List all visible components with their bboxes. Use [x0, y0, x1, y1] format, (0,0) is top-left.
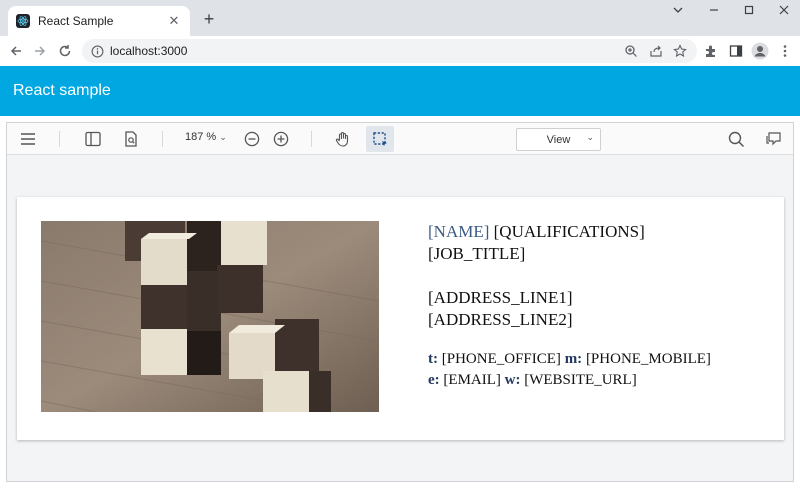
contact-line: e: [EMAIL] w: [WEBSITE_URL]: [428, 370, 711, 391]
chevron-down-icon[interactable]: [663, 2, 693, 22]
menu-icon[interactable]: [776, 42, 794, 60]
info-icon[interactable]: [91, 45, 104, 58]
name-line: [NAME] [QUALIFICATIONS]: [428, 221, 711, 243]
email-field: [EMAIL]: [443, 372, 501, 388]
app-title: React sample: [13, 82, 111, 99]
maximize-button[interactable]: [734, 2, 764, 22]
phone-office-label: t:: [428, 351, 438, 367]
toolbar-divider: [311, 131, 312, 147]
share-icon[interactable]: [647, 42, 665, 60]
viewer-toolbar: 187 % ⌄ View ⌄: [7, 123, 793, 155]
job-title-field: [JOB_TITLE]: [428, 244, 526, 263]
website-label: w:: [504, 372, 521, 388]
thumbnails-icon[interactable]: [84, 130, 102, 148]
browser-toolbar: localhost:3000: [0, 36, 800, 66]
toolbar-divider: [162, 131, 163, 147]
forward-icon[interactable]: [30, 41, 50, 61]
phone-line: t: [PHONE_OFFICE] m: [PHONE_MOBILE]: [428, 349, 711, 370]
window-close-button[interactable]: [769, 2, 799, 22]
chevron-down-icon: ⌄: [586, 132, 594, 142]
selection-tool-icon[interactable]: [371, 130, 389, 148]
sidepanel-icon[interactable]: [727, 42, 745, 60]
document-viewer: 187 % ⌄ View ⌄ [NAME] [QUALIFICATIONS] […: [6, 122, 794, 482]
document-page: [NAME] [QUALIFICATIONS] [JOB_TITLE] [ADD…: [17, 197, 784, 440]
zoom-dropdown[interactable]: 187 % ⌄: [185, 131, 227, 143]
name-field: [NAME]: [428, 222, 490, 241]
email-label: e:: [428, 372, 440, 388]
zoom-icon[interactable]: [622, 42, 640, 60]
toolbar-divider: [59, 131, 60, 147]
search-icon[interactable]: [727, 130, 745, 148]
wooden-blocks-image: [41, 221, 379, 412]
hand-tool-icon[interactable]: [334, 130, 352, 148]
zoom-in-icon[interactable]: [272, 130, 290, 148]
tab-strip: React Sample ✕ +: [0, 0, 800, 36]
extension-icon[interactable]: [702, 42, 720, 60]
main-content: 187 % ⌄ View ⌄ [NAME] [QUALIFICATIONS] […: [0, 116, 800, 489]
website-field: [WEBSITE_URL]: [524, 372, 637, 388]
plus-icon[interactable]: +: [199, 9, 219, 29]
view-label: View: [546, 133, 571, 146]
address-line1-field: [ADDRESS_LINE1]: [428, 288, 573, 307]
address-bar[interactable]: localhost:3000: [82, 39, 697, 63]
reload-icon[interactable]: [55, 41, 75, 61]
hamburger-icon[interactable]: [19, 130, 37, 148]
url-text: localhost:3000: [110, 44, 188, 58]
tab-title: React Sample: [38, 14, 114, 28]
phone-office-field: [PHONE_OFFICE]: [441, 351, 561, 367]
back-icon[interactable]: [6, 41, 26, 61]
phone-mobile-label: m:: [564, 351, 583, 367]
chevron-down-icon: ⌄: [219, 132, 227, 142]
app-header: React sample: [0, 66, 800, 116]
close-icon[interactable]: ✕: [166, 13, 182, 29]
address-line2-field: [ADDRESS_LINE2]: [428, 310, 573, 329]
comments-icon[interactable]: [764, 130, 782, 148]
browser-tab[interactable]: React Sample ✕: [8, 6, 190, 36]
zoom-out-icon[interactable]: [243, 130, 261, 148]
phone-mobile-field: [PHONE_MOBILE]: [585, 351, 711, 367]
qualifications-field: [QUALIFICATIONS]: [493, 222, 645, 241]
minimize-button[interactable]: [699, 2, 729, 22]
star-icon[interactable]: [671, 42, 689, 60]
react-icon: [16, 14, 30, 28]
page-search-icon[interactable]: [122, 130, 140, 148]
profile-icon[interactable]: [751, 42, 769, 60]
view-dropdown[interactable]: View ⌄: [516, 128, 601, 151]
zoom-level: 187 %: [185, 131, 217, 143]
signature-block: [NAME] [QUALIFICATIONS] [JOB_TITLE] [ADD…: [428, 221, 711, 391]
